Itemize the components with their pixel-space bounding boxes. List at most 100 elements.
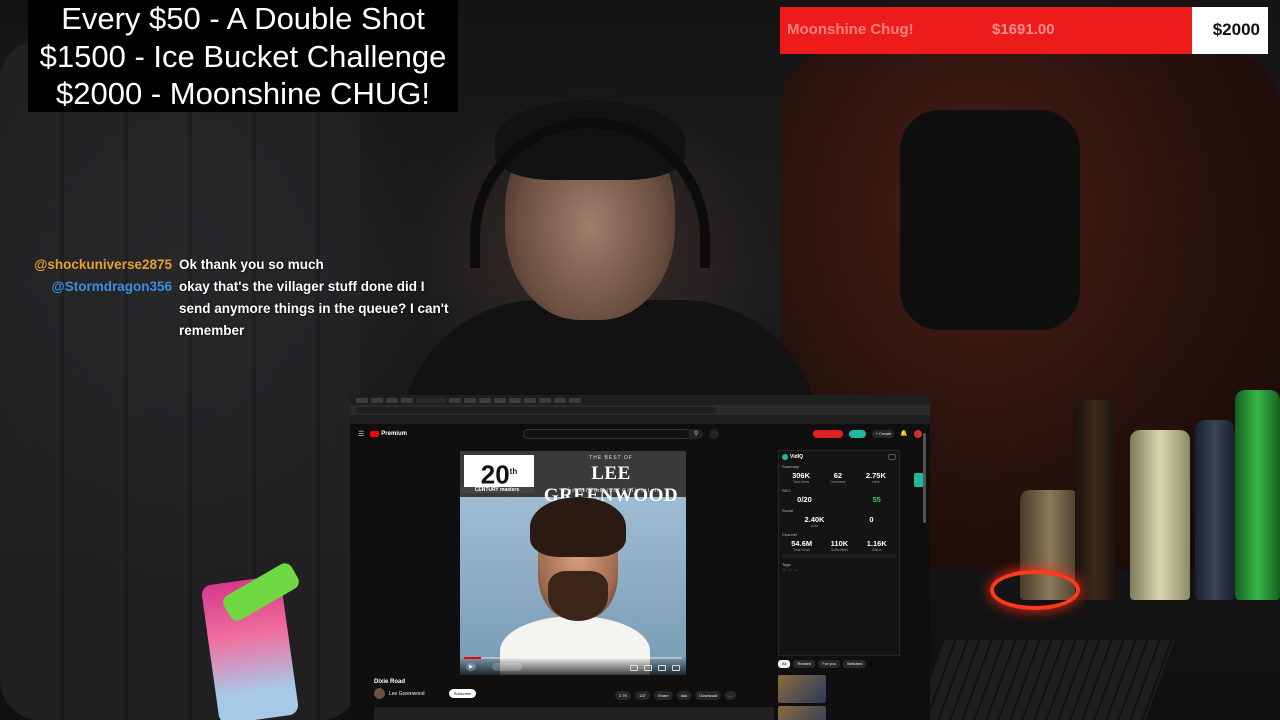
stat-label: Total Views [793, 480, 810, 484]
stat-value: 54.6M [791, 539, 813, 548]
create-button[interactable]: + Create [872, 430, 895, 438]
channel-avatar[interactable] [374, 688, 385, 699]
vidiq-stat: 54.6M Total Views [791, 539, 812, 552]
chat-text: Ok thank you so much [179, 257, 324, 272]
ask-button[interactable]: Ask [676, 691, 692, 700]
browser-tab[interactable] [464, 397, 476, 403]
subscribe-button[interactable]: Subscribe [448, 689, 477, 698]
recommended-info [830, 706, 900, 720]
browser-tab[interactable] [539, 397, 551, 403]
mic-icon[interactable] [709, 429, 719, 439]
recommended-video[interactable] [778, 706, 900, 720]
browser-tab-active[interactable] [416, 397, 446, 403]
browser-tab[interactable] [371, 397, 383, 403]
browser-tab[interactable] [401, 397, 413, 403]
chip-for-you[interactable]: For you [818, 660, 840, 668]
browser-tab[interactable] [524, 397, 536, 403]
vidiq-seo-stats: 0/20 55 [782, 495, 896, 504]
youtube-play-icon [370, 431, 380, 437]
tag-chip[interactable] [794, 569, 798, 571]
search-icon[interactable]: ⚲ [689, 429, 704, 439]
dislike-button[interactable]: 137 [635, 691, 650, 700]
play-icon[interactable]: ▶ [466, 663, 476, 671]
vidiq-brand: VidIQ [790, 454, 803, 460]
stat-label: Total Views [793, 548, 810, 552]
vidiq-stat: 110K Subscribers [831, 539, 849, 552]
youtube-header: ☰ Premium ⚲ + Create 🔔 [350, 424, 930, 444]
chat-overlay: @shockuniverse2875 Ok thank you so much … [30, 254, 470, 342]
donation-goals-overlay: Every $50 - A Double Shot $1500 - Ice Bu… [28, 0, 458, 112]
time-display [492, 663, 522, 671]
vidiq-controls-button[interactable] [888, 454, 896, 460]
chip-watched[interactable]: Watched [842, 660, 867, 668]
stat-label: Likes [810, 524, 819, 528]
browser-tab[interactable] [569, 397, 581, 403]
video-description[interactable] [374, 707, 774, 720]
recommended-thumbnail[interactable] [778, 706, 826, 720]
like-button[interactable]: 2.7K [615, 691, 632, 700]
account-avatar[interactable] [914, 430, 922, 438]
youtube-logo[interactable]: Premium [370, 431, 407, 437]
share-button[interactable]: Share [653, 691, 673, 700]
menu-icon[interactable]: ☰ [358, 430, 364, 438]
bottle [1195, 420, 1235, 600]
vidiq-best-practices [782, 554, 896, 558]
tag-chip[interactable] [788, 569, 792, 571]
browser-tab[interactable] [449, 397, 461, 403]
album-cover: 20th CENTURY masters THE BEST OF LEE GRE… [460, 451, 686, 675]
bottle [1235, 390, 1280, 600]
recommended-video[interactable] [778, 675, 900, 703]
url-field[interactable] [356, 407, 716, 413]
browser-tab-strip [350, 395, 930, 405]
stat-label: Subscribers [831, 548, 848, 552]
player-right-controls [630, 665, 680, 671]
stat-value: 55 [872, 495, 881, 504]
browser-tab[interactable] [386, 397, 398, 403]
tag-chip[interactable] [782, 569, 786, 571]
goal-current-amount: $1691.00 [992, 21, 1055, 38]
settings-icon[interactable] [644, 665, 652, 671]
goal-progress-bar: Moonshine Chug! $1691.00 $2000 [780, 7, 1268, 54]
bell-icon[interactable]: 🔔 [900, 430, 908, 438]
bookmarks-bar [350, 415, 930, 424]
video-progress-fill [464, 657, 482, 659]
vidiq-tags [782, 569, 896, 571]
bottle [1130, 430, 1190, 600]
recommendation-filter-chips: All Related For you Watched [778, 660, 867, 668]
chip-all[interactable]: All [778, 660, 791, 668]
goal-name: Moonshine Chug! [787, 21, 914, 38]
fullscreen-icon[interactable] [672, 665, 680, 671]
browser-tab[interactable] [479, 397, 491, 403]
video-progress-bar[interactable] [464, 657, 682, 659]
video-player[interactable]: 20th CENTURY masters THE BEST OF LEE GRE… [460, 451, 686, 675]
goal-line-1: Every $50 - A Double Shot [61, 1, 425, 36]
browser-tab[interactable] [356, 397, 368, 403]
chair-headrest [900, 110, 1080, 330]
browser-tab[interactable] [509, 397, 521, 403]
chat-message: @Stormdragon356 okay that's the villager… [30, 276, 470, 342]
scrollbar[interactable] [923, 433, 926, 523]
download-button[interactable]: Download [695, 691, 722, 700]
chat-message: @shockuniverse2875 Ok thank you so much [30, 254, 470, 276]
stat-label: Comments [830, 480, 846, 484]
vidiq-seo-label: SEO [782, 488, 791, 493]
youtube-logo-text: Premium [381, 431, 407, 437]
search-input[interactable] [522, 429, 692, 439]
chat-username: @Stormdragon356 [51, 279, 172, 294]
vidiq-toggle[interactable] [848, 430, 867, 438]
recommended-thumbnail[interactable] [778, 675, 826, 703]
theater-icon[interactable] [658, 665, 666, 671]
vidiq-tags-label: Tags [782, 562, 791, 567]
channel-info: Lee Greenwood [389, 691, 425, 697]
captions-icon[interactable] [630, 665, 638, 671]
chip-related[interactable]: Related [793, 660, 816, 668]
goal-line-2: $1500 - Ice Bucket Challenge [39, 38, 447, 74]
stat-value: 0/20 [797, 495, 812, 504]
keyboard [915, 640, 1175, 720]
browser-tab[interactable] [494, 397, 506, 403]
vidiq-button[interactable] [812, 430, 843, 438]
browser-tab[interactable] [554, 397, 566, 403]
vidiq-stat: 62 Comments [830, 471, 845, 484]
more-button[interactable]: ... [725, 691, 737, 700]
channel-name[interactable]: Lee Greenwood [389, 691, 425, 697]
